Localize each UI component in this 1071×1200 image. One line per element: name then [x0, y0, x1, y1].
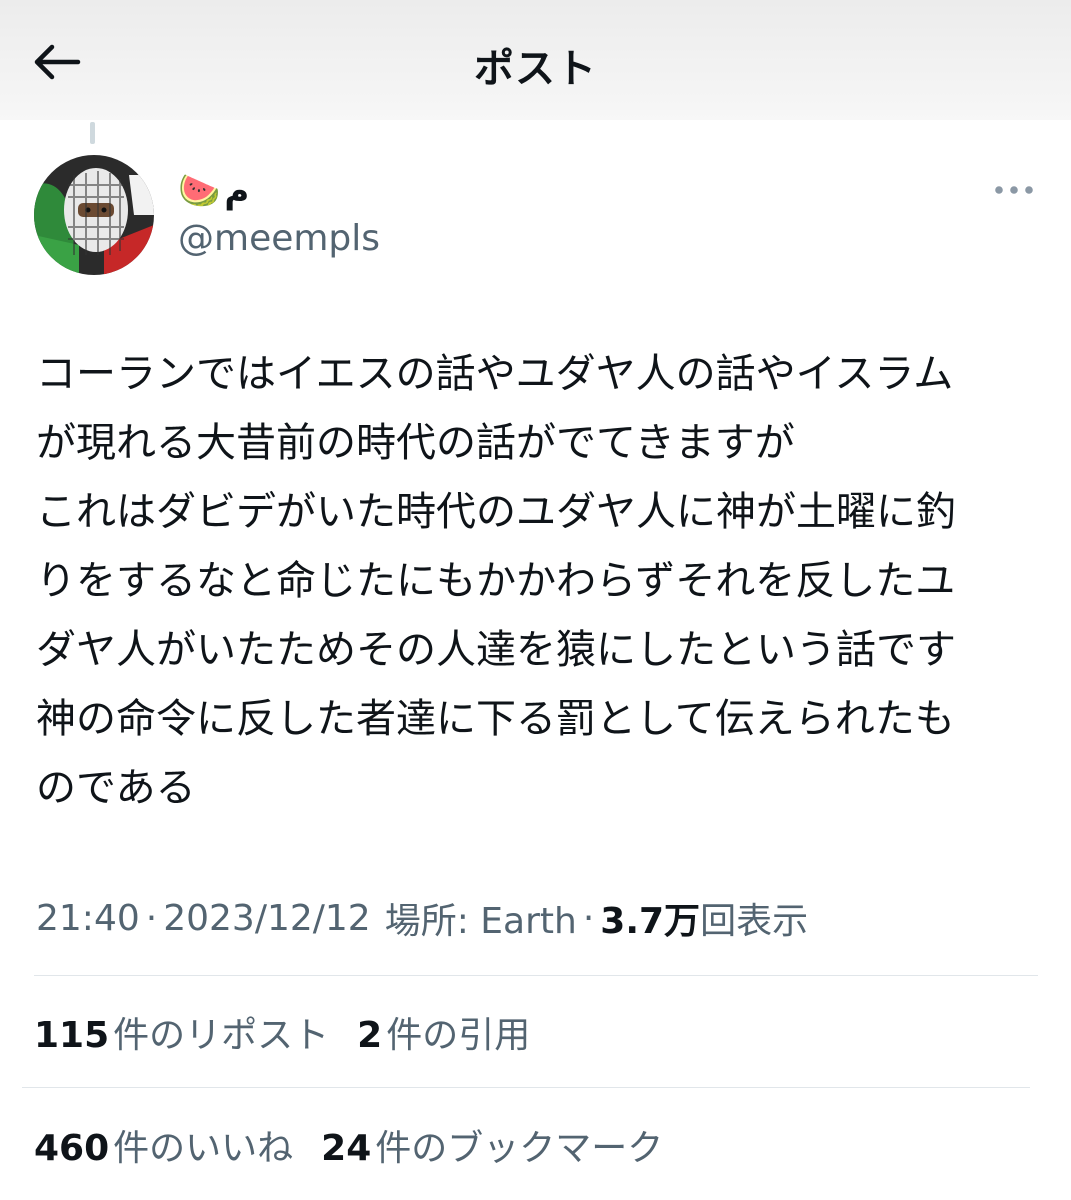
- divider: [22, 1087, 1030, 1088]
- post-text-line: りをするなと命じたにもかかわらずそれを反したユ: [36, 558, 956, 604]
- post-text-line: これはダビデがいた時代のユダヤ人に神が土曜に釣: [36, 489, 956, 535]
- post-text-line: が現れる大昔前の時代の話がでてきますが: [36, 420, 795, 466]
- quotes-stat[interactable]: 2 件の引用: [357, 1006, 530, 1058]
- bookmarks-stat[interactable]: 24 件のブックマーク: [321, 1119, 663, 1171]
- post-text-line: のである: [36, 765, 196, 811]
- thread-connector-line: [90, 122, 95, 144]
- post-metadata: 21:40 · 2023/12/12 場所: Earth · 3.7万 回表示: [36, 893, 808, 943]
- quotes-label: 件の引用: [386, 1015, 531, 1056]
- likes-label: 件のいいね: [113, 1128, 294, 1169]
- separator-dot: ·: [145, 897, 158, 939]
- more-options-button[interactable]: [988, 170, 1040, 210]
- engagement-stats-row: 115 件のリポスト 2 件の引用: [34, 1004, 558, 1060]
- divider: [34, 975, 1038, 976]
- watermelon-emoji-icon: 🍉: [178, 171, 221, 211]
- avatar[interactable]: [34, 155, 154, 275]
- page-title: ポスト: [474, 46, 597, 92]
- reposts-stat[interactable]: 115 件のリポスト: [34, 1006, 329, 1058]
- separator-dot: ·: [582, 897, 595, 939]
- post-text-line: 神の命令に反した者達に下る罰として伝えられたも: [36, 696, 955, 742]
- user-handle[interactable]: @meempls: [178, 218, 380, 259]
- top-bar: ポスト: [0, 0, 1071, 120]
- display-name[interactable]: 🍉 م: [178, 166, 249, 216]
- post-text-line: ダヤ人がいたためその人達を猿にしたという話です: [36, 627, 956, 673]
- post-location: 場所: Earth: [384, 901, 577, 942]
- display-name-text: م: [224, 171, 250, 211]
- likes-count: 460: [34, 1128, 110, 1169]
- more-dots-icon: [995, 186, 1033, 194]
- likes-stat[interactable]: 460 件のいいね: [34, 1119, 293, 1171]
- post-text-line: コーランではイエスの話やユダヤ人の話やイスラム: [36, 351, 954, 397]
- engagement-stats-row: 460 件のいいね 24 件のブックマーク: [34, 1117, 691, 1173]
- post-text: コーランではイエスの話やユダヤ人の話やイスラム が現れる大昔前の時代の話がでてき…: [36, 340, 1046, 823]
- reposts-count: 115: [34, 1015, 110, 1056]
- bookmarks-label: 件のブックマーク: [375, 1128, 664, 1169]
- quotes-count: 2: [357, 1015, 383, 1056]
- avatar-image: [34, 155, 154, 275]
- bookmarks-count: 24: [321, 1128, 372, 1169]
- post-time[interactable]: 21:40: [36, 898, 140, 939]
- reposts-label: 件のリポスト: [113, 1015, 330, 1056]
- post-date[interactable]: 2023/12/12: [163, 898, 371, 939]
- views-label: 回表示: [700, 901, 809, 942]
- views-count[interactable]: 3.7万: [600, 892, 700, 944]
